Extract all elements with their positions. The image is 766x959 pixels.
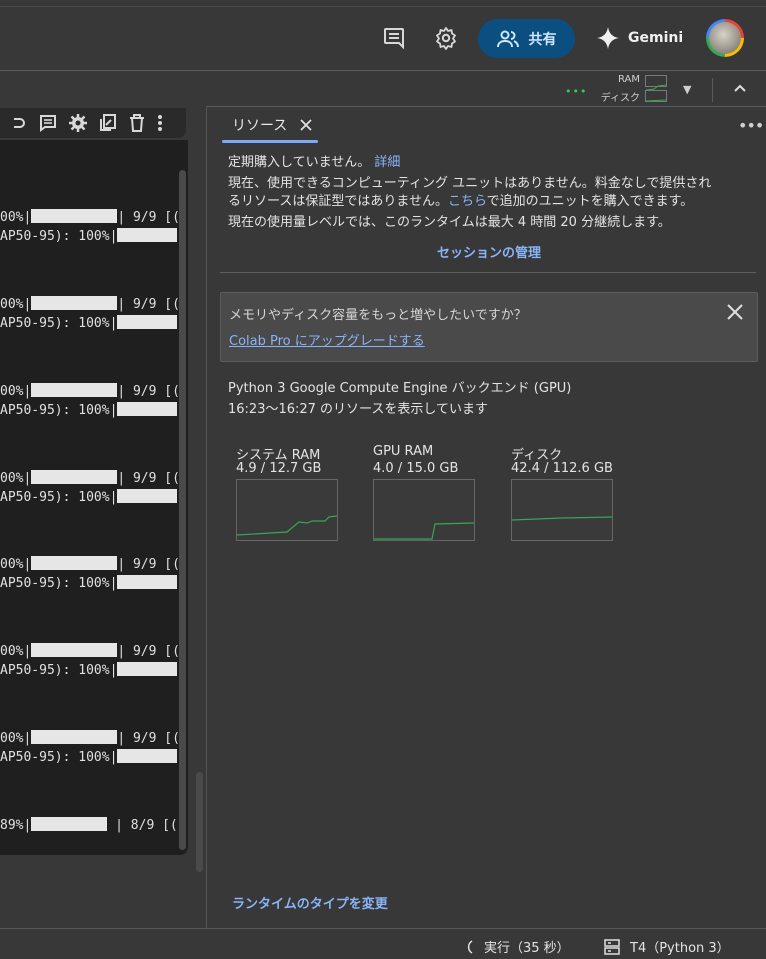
share-button[interactable]: 共有 — [478, 19, 575, 58]
output-line: 00%| | 9/9 [( — [0, 470, 180, 486]
output-line: 89%| | 8/9 [( — [0, 817, 178, 833]
output-line: 00%| | 9/9 [( — [0, 730, 180, 746]
output-line: 00%| | 9/9 [( — [0, 209, 180, 225]
output-line: AP50-95): 100%| — [0, 575, 178, 591]
output-line: AP50-95): 100%| — [0, 228, 178, 244]
gemini-label: Gemini — [628, 30, 684, 46]
system-ram-value: 4.9 / 12.7 GB — [236, 461, 322, 476]
units-line-1: 現在、使用できるコンピューティング ユニットはありません。料金なしで提供され — [228, 176, 712, 191]
output-line: AP50-95): 100%| — [0, 402, 178, 418]
people-icon — [496, 30, 519, 47]
server-icon — [604, 938, 620, 955]
output-line: AP50-95): 100%| — [0, 662, 178, 678]
upgrade-link[interactable]: Colab Pro にアップグレードする — [229, 330, 425, 349]
upgrade-banner — [220, 292, 758, 362]
section-divider — [220, 272, 756, 273]
runtime-status-label: T4（Python 3） — [630, 941, 730, 956]
notebook-scrollbar[interactable] — [196, 772, 203, 872]
output-line: 00%| | 9/9 [( — [0, 383, 180, 399]
link-icon[interactable] — [14, 113, 28, 133]
tab-active-indicator — [222, 140, 318, 143]
execution-status-label: 実行（35 秒） — [484, 941, 570, 956]
gpu-ram-title: GPU RAM — [373, 444, 434, 459]
more-horiz-icon[interactable]: ••• — [738, 116, 764, 135]
gpu-ram-value: 4.0 / 15.0 GB — [373, 461, 459, 476]
details-link[interactable]: 詳細 — [374, 155, 400, 170]
disk-value: 42.4 / 112.6 GB — [511, 461, 613, 476]
disk-mini-graph[interactable] — [645, 90, 667, 102]
gpu-ram-graph — [373, 479, 475, 541]
spinner-icon — [467, 939, 473, 954]
gemini-button[interactable]: Gemini — [596, 22, 683, 54]
change-runtime-type-button[interactable]: ランタイムのタイプを変更 — [232, 893, 388, 912]
comment-icon[interactable] — [380, 24, 408, 52]
top-divider — [0, 6, 766, 7]
share-label: 共有 — [528, 31, 557, 48]
cell-output: 00%| | 9/9 [( AP50-95): 100%| 00%| | 9/9 [… — [0, 140, 188, 855]
gemini-sparkle-icon — [597, 27, 619, 49]
toolbar-separator — [712, 78, 713, 102]
execution-status[interactable]: 実行（35 秒） — [462, 937, 570, 956]
output-scrollbar[interactable] — [179, 170, 186, 850]
panel-divider[interactable] — [206, 106, 207, 928]
output-line: AP50-95): 100%| — [0, 315, 178, 331]
output-line: 00%| | 9/9 [( — [0, 556, 180, 572]
usage-estimate: 現在の使用量レベルでは、このランタイムは最大 4 時間 20 分継続します。 — [228, 215, 671, 230]
tab-resources[interactable]: リソース — [222, 109, 313, 141]
output-line: AP50-95): 100%| — [0, 489, 178, 505]
manage-sessions-button[interactable]: セッションの管理 — [220, 242, 758, 261]
backend-description: Python 3 Google Compute Engine バックエンド (G… — [228, 381, 572, 396]
more-vert-icon[interactable] — [156, 113, 164, 133]
units-line-2: るリソースは保証型ではありません。こちらで追加のユニットを購入できます。 — [228, 194, 694, 209]
disk-label: ディスク — [600, 93, 640, 104]
connected-status-dots: ••• — [565, 85, 588, 98]
ram-mini-graph[interactable] — [645, 75, 667, 91]
caret-down-icon[interactable]: ▼ — [683, 83, 697, 96]
avatar[interactable] — [706, 19, 744, 57]
subscription-line: 定期購入していません。 詳細 — [228, 151, 400, 170]
output-line: 00%| | 9/9 [( — [0, 296, 180, 312]
subscription-text: 定期購入していません。 — [228, 155, 371, 170]
close-icon[interactable] — [299, 118, 313, 132]
runtime-status[interactable]: T4（Python 3） — [604, 937, 730, 956]
output-line: 00%| | 9/9 [( — [0, 643, 180, 659]
close-icon[interactable] — [726, 303, 744, 321]
upgrade-question: メモリやディスク容量をもっと増やしたいですか？ — [229, 308, 527, 323]
delete-icon[interactable] — [128, 113, 146, 133]
output-line: AP50-95): 100%| — [0, 749, 178, 765]
gear-icon[interactable] — [432, 24, 460, 52]
ram-label: RAM — [617, 74, 640, 85]
comment-icon[interactable] — [38, 113, 58, 133]
disk-graph — [511, 479, 613, 541]
cell-toolbar — [0, 108, 186, 138]
open-in-tab-icon[interactable] — [98, 113, 118, 133]
chevron-up-icon[interactable] — [732, 80, 748, 96]
purchase-units-link[interactable]: こちら — [448, 194, 487, 209]
tab-resources-label: リソース — [232, 118, 288, 134]
system-ram-graph — [236, 479, 338, 541]
time-range: 16:23〜16:27 のリソースを表示しています — [228, 402, 489, 417]
gear-icon[interactable] — [68, 113, 88, 133]
